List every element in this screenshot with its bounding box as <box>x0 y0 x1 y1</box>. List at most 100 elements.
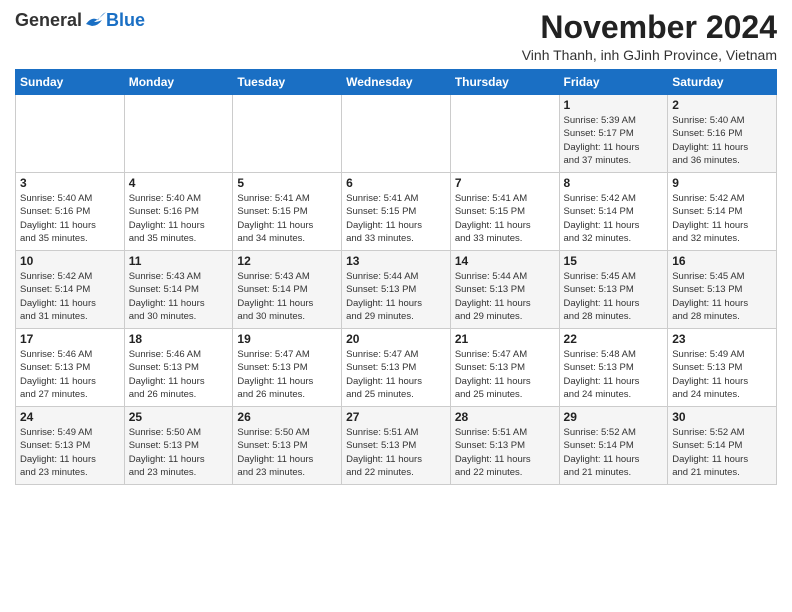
calendar-row-3: 17 Sunrise: 5:46 AMSunset: 5:13 PMDayligh… <box>16 329 777 407</box>
day-info: Sunrise: 5:47 AMSunset: 5:13 PMDaylight:… <box>346 348 446 401</box>
column-header-wednesday: Wednesday <box>342 70 451 95</box>
page-header: General Blue November 2024 Vinh Thanh, i… <box>15 10 777 63</box>
column-header-monday: Monday <box>124 70 233 95</box>
calendar-cell: 28 Sunrise: 5:51 AMSunset: 5:13 PMDayligh… <box>450 407 559 485</box>
day-info: Sunrise: 5:44 AMSunset: 5:13 PMDaylight:… <box>455 270 555 323</box>
calendar-cell: 19 Sunrise: 5:47 AMSunset: 5:13 PMDayligh… <box>233 329 342 407</box>
day-info: Sunrise: 5:52 AMSunset: 5:14 PMDaylight:… <box>672 426 772 479</box>
day-info: Sunrise: 5:42 AMSunset: 5:14 PMDaylight:… <box>20 270 120 323</box>
day-number: 20 <box>346 332 446 346</box>
day-number: 24 <box>20 410 120 424</box>
column-header-thursday: Thursday <box>450 70 559 95</box>
calendar-row-4: 24 Sunrise: 5:49 AMSunset: 5:13 PMDayligh… <box>16 407 777 485</box>
day-info: Sunrise: 5:47 AMSunset: 5:13 PMDaylight:… <box>237 348 337 401</box>
calendar-cell: 23Sunrise: 5:49 AMSunset: 5:13 PMDayligh… <box>668 329 777 407</box>
calendar-cell: 25 Sunrise: 5:50 AMSunset: 5:13 PMDayligh… <box>124 407 233 485</box>
calendar-cell: 12 Sunrise: 5:43 AMSunset: 5:14 PMDayligh… <box>233 251 342 329</box>
calendar-table: SundayMondayTuesdayWednesdayThursdayFrid… <box>15 69 777 485</box>
calendar-cell: 7Sunrise: 5:41 AMSunset: 5:15 PMDaylight… <box>450 173 559 251</box>
calendar-cell: 26 Sunrise: 5:50 AMSunset: 5:13 PMDayligh… <box>233 407 342 485</box>
calendar-cell: 24 Sunrise: 5:49 AMSunset: 5:13 PMDayligh… <box>16 407 125 485</box>
day-info: Sunrise: 5:41 AMSunset: 5:15 PMDaylight:… <box>455 192 555 245</box>
day-number: 1 <box>564 98 664 112</box>
calendar-cell: 16Sunrise: 5:45 AMSunset: 5:13 PMDayligh… <box>668 251 777 329</box>
calendar-cell: 10 Sunrise: 5:42 AMSunset: 5:14 PMDayligh… <box>16 251 125 329</box>
calendar-row-1: 3 Sunrise: 5:40 AMSunset: 5:16 PMDaylight… <box>16 173 777 251</box>
calendar-cell: 30 Sunrise: 5:52 AMSunset: 5:14 PMDayligh… <box>668 407 777 485</box>
calendar-cell: 29 Sunrise: 5:52 AMSunset: 5:14 PMDayligh… <box>559 407 668 485</box>
day-number: 8 <box>564 176 664 190</box>
day-number: 16 <box>672 254 772 268</box>
calendar-row-2: 10 Sunrise: 5:42 AMSunset: 5:14 PMDayligh… <box>16 251 777 329</box>
logo-bird-icon <box>84 12 106 30</box>
day-number: 19 <box>237 332 337 346</box>
day-info: Sunrise: 5:48 AMSunset: 5:13 PMDaylight:… <box>564 348 664 401</box>
day-number: 12 <box>237 254 337 268</box>
day-number: 30 <box>672 410 772 424</box>
day-info: Sunrise: 5:46 AMSunset: 5:13 PMDaylight:… <box>20 348 120 401</box>
day-number: 11 <box>129 254 229 268</box>
day-info: Sunrise: 5:40 AMSunset: 5:16 PMDaylight:… <box>129 192 229 245</box>
day-info: Sunrise: 5:50 AMSunset: 5:13 PMDaylight:… <box>129 426 229 479</box>
day-number: 4 <box>129 176 229 190</box>
calendar-cell: 9 Sunrise: 5:42 AMSunset: 5:14 PMDaylight… <box>668 173 777 251</box>
day-info: Sunrise: 5:51 AMSunset: 5:13 PMDaylight:… <box>455 426 555 479</box>
calendar-cell: 5Sunrise: 5:41 AMSunset: 5:15 PMDaylight… <box>233 173 342 251</box>
day-info: Sunrise: 5:52 AMSunset: 5:14 PMDaylight:… <box>564 426 664 479</box>
column-header-friday: Friday <box>559 70 668 95</box>
day-number: 10 <box>20 254 120 268</box>
calendar-body: 1 Sunrise: 5:39 AMSunset: 5:17 PMDaylight… <box>16 95 777 485</box>
column-header-tuesday: Tuesday <box>233 70 342 95</box>
calendar-cell: 6 Sunrise: 5:41 AMSunset: 5:15 PMDaylight… <box>342 173 451 251</box>
calendar-cell: 11Sunrise: 5:43 AMSunset: 5:14 PMDayligh… <box>124 251 233 329</box>
day-info: Sunrise: 5:45 AMSunset: 5:13 PMDaylight:… <box>564 270 664 323</box>
calendar-cell: 4 Sunrise: 5:40 AMSunset: 5:16 PMDaylight… <box>124 173 233 251</box>
calendar-cell: 22Sunrise: 5:48 AMSunset: 5:13 PMDayligh… <box>559 329 668 407</box>
day-number: 27 <box>346 410 446 424</box>
day-info: Sunrise: 5:40 AMSunset: 5:16 PMDaylight:… <box>20 192 120 245</box>
column-header-saturday: Saturday <box>668 70 777 95</box>
day-info: Sunrise: 5:43 AMSunset: 5:14 PMDaylight:… <box>237 270 337 323</box>
day-number: 28 <box>455 410 555 424</box>
logo: General Blue <box>15 10 145 31</box>
day-number: 9 <box>672 176 772 190</box>
day-info: Sunrise: 5:42 AMSunset: 5:14 PMDaylight:… <box>564 192 664 245</box>
day-number: 26 <box>237 410 337 424</box>
day-info: Sunrise: 5:41 AMSunset: 5:15 PMDaylight:… <box>237 192 337 245</box>
day-info: Sunrise: 5:46 AMSunset: 5:13 PMDaylight:… <box>129 348 229 401</box>
calendar-cell: 15 Sunrise: 5:45 AMSunset: 5:13 PMDayligh… <box>559 251 668 329</box>
calendar-cell: 2Sunrise: 5:40 AMSunset: 5:16 PMDaylight… <box>668 95 777 173</box>
logo-general-text: General <box>15 10 82 31</box>
calendar-cell <box>233 95 342 173</box>
day-number: 3 <box>20 176 120 190</box>
day-info: Sunrise: 5:49 AMSunset: 5:13 PMDaylight:… <box>20 426 120 479</box>
day-number: 17 <box>20 332 120 346</box>
day-number: 23 <box>672 332 772 346</box>
day-info: Sunrise: 5:41 AMSunset: 5:15 PMDaylight:… <box>346 192 446 245</box>
day-info: Sunrise: 5:39 AMSunset: 5:17 PMDaylight:… <box>564 114 664 167</box>
day-number: 15 <box>564 254 664 268</box>
calendar-cell: 8 Sunrise: 5:42 AMSunset: 5:14 PMDaylight… <box>559 173 668 251</box>
calendar-cell <box>124 95 233 173</box>
day-number: 13 <box>346 254 446 268</box>
day-number: 25 <box>129 410 229 424</box>
day-number: 29 <box>564 410 664 424</box>
calendar-header-row: SundayMondayTuesdayWednesdayThursdayFrid… <box>16 70 777 95</box>
day-info: Sunrise: 5:50 AMSunset: 5:13 PMDaylight:… <box>237 426 337 479</box>
calendar-cell <box>450 95 559 173</box>
calendar-cell: 13Sunrise: 5:44 AMSunset: 5:13 PMDayligh… <box>342 251 451 329</box>
title-area: November 2024 Vinh Thanh, inh GJinh Prov… <box>522 10 777 63</box>
calendar-cell: 1 Sunrise: 5:39 AMSunset: 5:17 PMDaylight… <box>559 95 668 173</box>
day-info: Sunrise: 5:42 AMSunset: 5:14 PMDaylight:… <box>672 192 772 245</box>
month-title: November 2024 <box>522 10 777 45</box>
day-info: Sunrise: 5:47 AMSunset: 5:13 PMDaylight:… <box>455 348 555 401</box>
column-header-sunday: Sunday <box>16 70 125 95</box>
logo-blue-text: Blue <box>106 10 145 31</box>
day-number: 6 <box>346 176 446 190</box>
day-info: Sunrise: 5:51 AMSunset: 5:13 PMDaylight:… <box>346 426 446 479</box>
day-info: Sunrise: 5:40 AMSunset: 5:16 PMDaylight:… <box>672 114 772 167</box>
calendar-cell <box>16 95 125 173</box>
location-title: Vinh Thanh, inh GJinh Province, Vietnam <box>522 47 777 63</box>
day-number: 21 <box>455 332 555 346</box>
calendar-cell: 21 Sunrise: 5:47 AMSunset: 5:13 PMDayligh… <box>450 329 559 407</box>
